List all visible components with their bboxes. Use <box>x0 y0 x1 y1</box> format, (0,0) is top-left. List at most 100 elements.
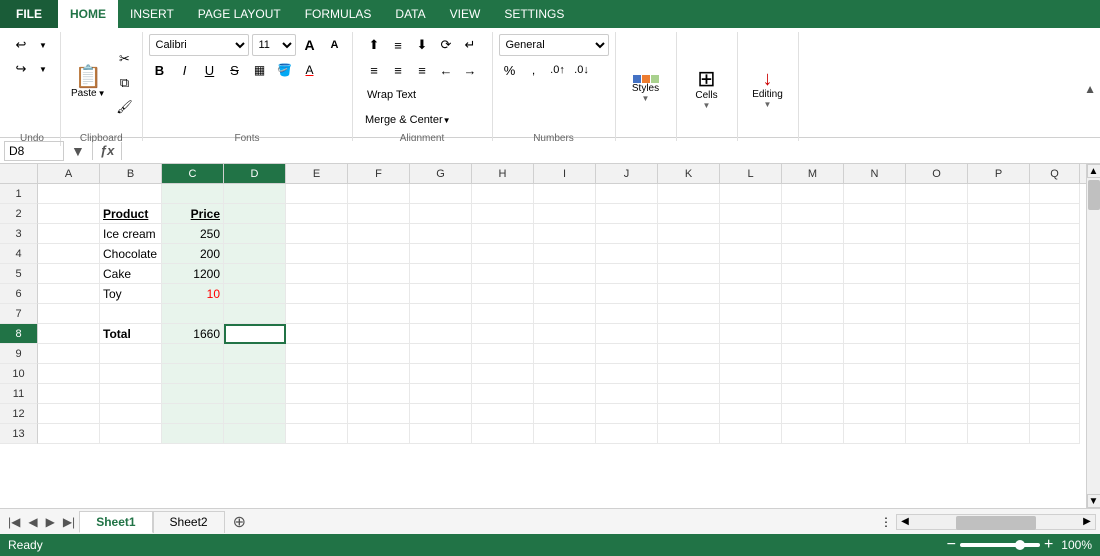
increase-decimal-button[interactable]: .0↑ <box>547 59 569 81</box>
cell-p9[interactable] <box>968 344 1030 364</box>
sheet-nav-next[interactable]: ▶ <box>42 515 59 529</box>
cell-j4[interactable] <box>596 244 658 264</box>
cell-f8[interactable] <box>348 324 410 344</box>
cell-e7[interactable] <box>286 304 348 324</box>
cell-g9[interactable] <box>410 344 472 364</box>
cell-b11[interactable] <box>100 384 162 404</box>
cell-h1[interactable] <box>472 184 534 204</box>
cell-d11[interactable] <box>224 384 286 404</box>
cell-j8[interactable] <box>596 324 658 344</box>
cell-e4[interactable] <box>286 244 348 264</box>
zoom-minus-button[interactable]: − <box>947 536 956 554</box>
cell-f1[interactable] <box>348 184 410 204</box>
cell-c1[interactable] <box>162 184 224 204</box>
col-header-i[interactable]: I <box>534 164 596 183</box>
cell-j9[interactable] <box>596 344 658 364</box>
cell-q4[interactable] <box>1030 244 1080 264</box>
cell-g1[interactable] <box>410 184 472 204</box>
cell-i12[interactable] <box>534 404 596 424</box>
cell-m5[interactable] <box>782 264 844 284</box>
cell-m4[interactable] <box>782 244 844 264</box>
tab-home[interactable]: HOME <box>58 0 118 28</box>
cell-i6[interactable] <box>534 284 596 304</box>
cell-e2[interactable] <box>286 204 348 224</box>
col-header-d[interactable]: D <box>224 164 286 183</box>
align-center-button[interactable]: ≡ <box>387 59 409 81</box>
cell-f2[interactable] <box>348 204 410 224</box>
cell-q11[interactable] <box>1030 384 1080 404</box>
cell-p7[interactable] <box>968 304 1030 324</box>
cell-c12[interactable] <box>162 404 224 424</box>
scroll-thumb[interactable] <box>1088 180 1100 210</box>
cell-p13[interactable] <box>968 424 1030 444</box>
cell-l7[interactable] <box>720 304 782 324</box>
cell-o9[interactable] <box>906 344 968 364</box>
row-header-2[interactable]: 2 <box>0 204 38 224</box>
cell-d10[interactable] <box>224 364 286 384</box>
cell-j12[interactable] <box>596 404 658 424</box>
cell-j13[interactable] <box>596 424 658 444</box>
cell-n11[interactable] <box>844 384 906 404</box>
cell-p11[interactable] <box>968 384 1030 404</box>
cell-e5[interactable] <box>286 264 348 284</box>
cell-a12[interactable] <box>38 404 100 424</box>
indent-increase-button[interactable]: → <box>459 59 481 81</box>
cell-g13[interactable] <box>410 424 472 444</box>
align-top-button[interactable]: ⬆ <box>363 34 385 56</box>
cell-d7[interactable] <box>224 304 286 324</box>
cell-p4[interactable] <box>968 244 1030 264</box>
cell-b12[interactable] <box>100 404 162 424</box>
cell-l6[interactable] <box>720 284 782 304</box>
col-header-n[interactable]: N <box>844 164 906 183</box>
cell-b10[interactable] <box>100 364 162 384</box>
cell-g5[interactable] <box>410 264 472 284</box>
h-scroll-options[interactable]: ⋮ <box>876 515 896 529</box>
tab-data[interactable]: DATA <box>383 0 437 28</box>
cell-g6[interactable] <box>410 284 472 304</box>
cell-i3[interactable] <box>534 224 596 244</box>
row-header-10[interactable]: 10 <box>0 364 38 384</box>
formula-input[interactable] <box>126 141 1096 161</box>
cell-l12[interactable] <box>720 404 782 424</box>
cell-k12[interactable] <box>658 404 720 424</box>
cell-m13[interactable] <box>782 424 844 444</box>
cell-g4[interactable] <box>410 244 472 264</box>
add-sheet-button[interactable]: ⊕ <box>225 512 254 532</box>
cell-b9[interactable] <box>100 344 162 364</box>
cell-k8[interactable] <box>658 324 720 344</box>
col-header-h[interactable]: H <box>472 164 534 183</box>
cell-d3[interactable] <box>224 224 286 244</box>
sheet-tab-sheet1[interactable]: Sheet1 <box>79 511 152 533</box>
h-scroll-left[interactable]: ◀ <box>897 514 913 530</box>
cell-e3[interactable] <box>286 224 348 244</box>
cell-l9[interactable] <box>720 344 782 364</box>
tab-page-layout[interactable]: PAGE LAYOUT <box>186 0 293 28</box>
cell-o3[interactable] <box>906 224 968 244</box>
cell-h2[interactable] <box>472 204 534 224</box>
underline-button[interactable]: U <box>199 59 221 81</box>
cut-button[interactable]: ✂ <box>114 48 136 70</box>
font-size-select[interactable]: 11 <box>252 34 296 56</box>
tab-formulas[interactable]: FORMULAS <box>293 0 384 28</box>
row-header-5[interactable]: 5 <box>0 264 38 284</box>
redo-dropdown[interactable]: ▼ <box>32 58 54 80</box>
cell-h13[interactable] <box>472 424 534 444</box>
cell-a3[interactable] <box>38 224 100 244</box>
format-painter-button[interactable]: 🖌 <box>114 96 136 118</box>
cell-m12[interactable] <box>782 404 844 424</box>
cell-f13[interactable] <box>348 424 410 444</box>
cell-k5[interactable] <box>658 264 720 284</box>
col-header-g[interactable]: G <box>410 164 472 183</box>
cell-m11[interactable] <box>782 384 844 404</box>
cell-a4[interactable] <box>38 244 100 264</box>
tab-file[interactable]: FILE <box>0 0 58 28</box>
cell-j3[interactable] <box>596 224 658 244</box>
cell-e9[interactable] <box>286 344 348 364</box>
cell-i4[interactable] <box>534 244 596 264</box>
cell-d1[interactable] <box>224 184 286 204</box>
cell-l8[interactable] <box>720 324 782 344</box>
align-right-button[interactable]: ≡ <box>411 59 433 81</box>
cell-i5[interactable] <box>534 264 596 284</box>
cell-a11[interactable] <box>38 384 100 404</box>
cell-q6[interactable] <box>1030 284 1080 304</box>
